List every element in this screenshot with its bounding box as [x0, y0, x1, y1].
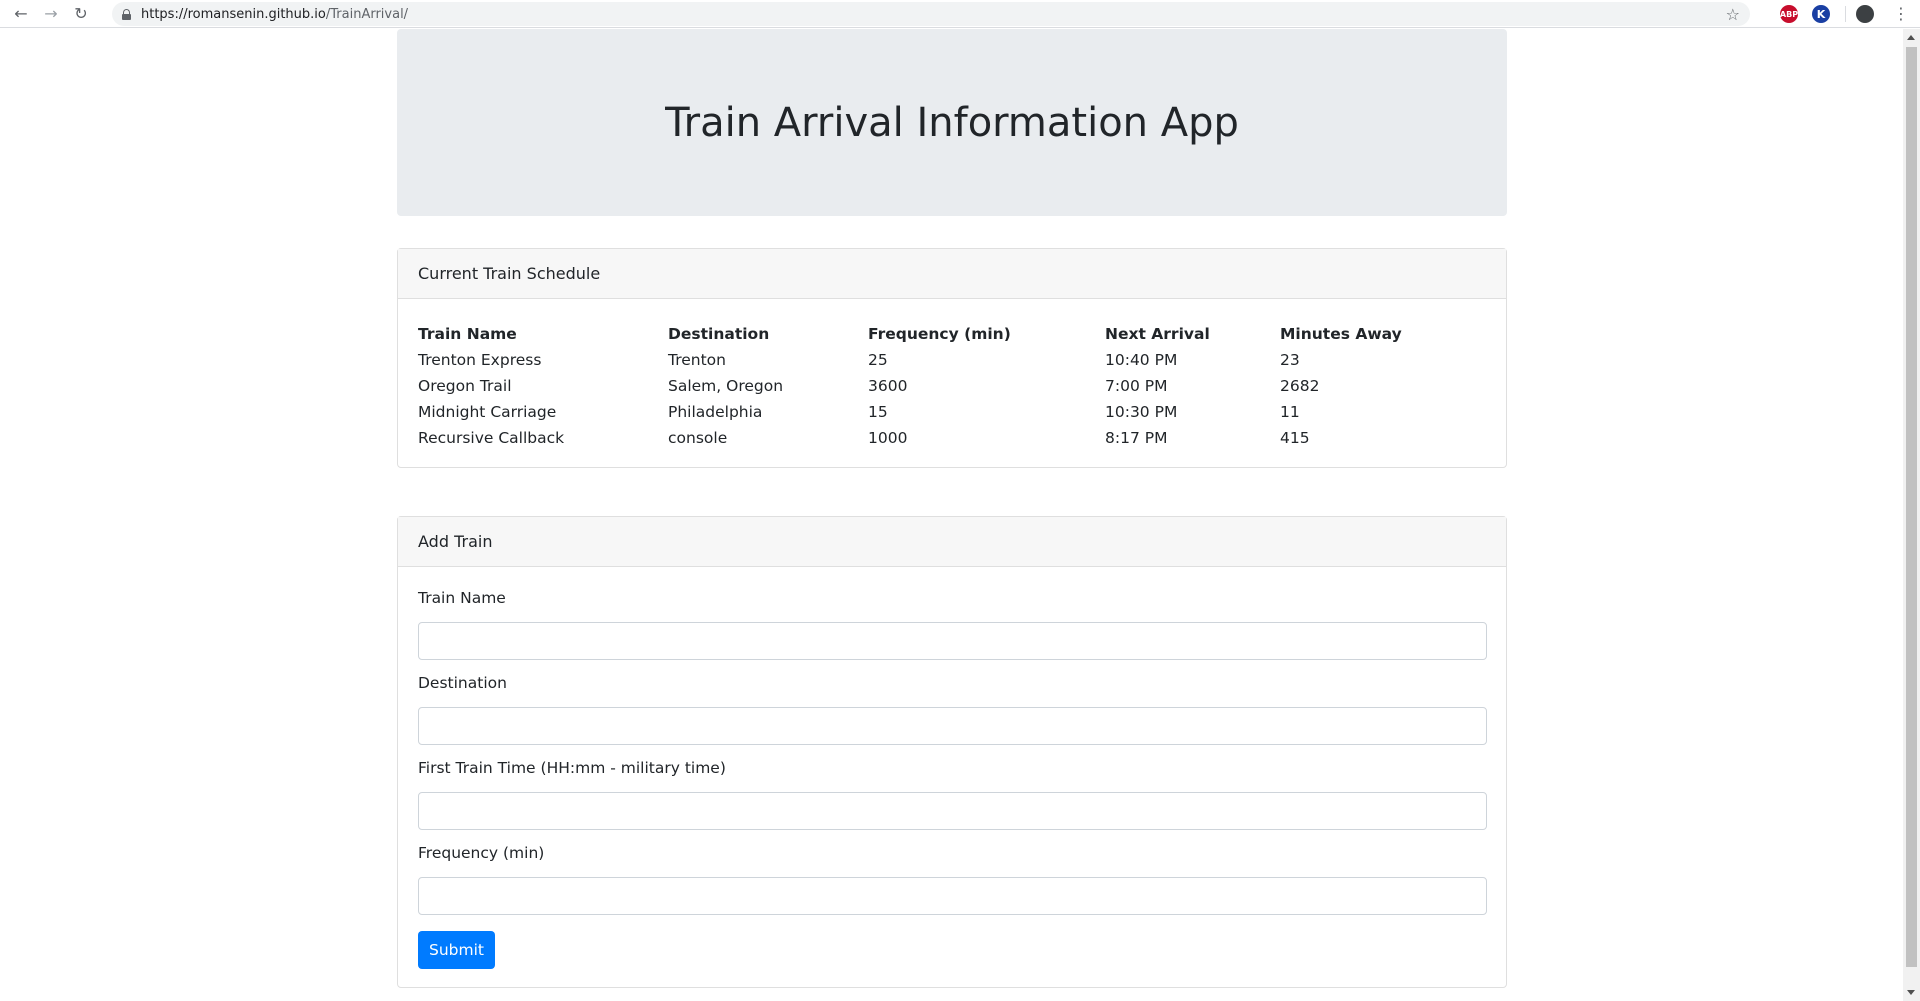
url-path: /TrainArrival/ [325, 6, 409, 22]
schedule-card: Current Train Schedule Train Name Destin… [397, 248, 1507, 468]
column-header: Minutes Away [1280, 325, 1402, 343]
page-title: Train Arrival Information App [665, 99, 1239, 146]
column-header: Train Name [418, 325, 517, 343]
add-train-card-header: Add Train [398, 517, 1506, 567]
table-cell: Salem, Oregon [668, 377, 784, 395]
table-cell: console [668, 429, 728, 447]
table-cell: Trenton Express [418, 351, 542, 369]
train-name-input[interactable] [418, 622, 1487, 660]
column-header: Frequency (min) [868, 325, 1011, 343]
destination-label: Destination [418, 674, 507, 692]
table-cell: Philadelphia [668, 403, 763, 421]
table-cell: 7:00 PM [1105, 377, 1168, 395]
page-scrollbar[interactable] [1903, 29, 1920, 1001]
table-cell: 23 [1280, 351, 1300, 369]
frequency-input[interactable] [418, 877, 1487, 915]
table-row: Midnight Carriage Philadelphia 15 10:30 … [418, 399, 1486, 425]
submit-button[interactable]: Submit [418, 931, 495, 969]
jumbotron: Train Arrival Information App [397, 29, 1507, 216]
table-cell: Trenton [668, 351, 726, 369]
table-row: Oregon Trail Salem, Oregon 3600 7:00 PM … [418, 373, 1486, 399]
bookmark-star-icon[interactable]: ☆ [1726, 5, 1740, 24]
column-header: Destination [668, 325, 770, 343]
table-header-row: Train Name Destination Frequency (min) N… [418, 321, 1486, 347]
table-cell: 10:30 PM [1105, 403, 1178, 421]
table-cell: Midnight Carriage [418, 403, 557, 421]
address-bar[interactable]: https://romansenin.github.io/TrainArriva… [112, 2, 1750, 26]
k-extension-icon[interactable]: K [1812, 5, 1830, 23]
table-cell: 3600 [868, 377, 908, 395]
column-header: Next Arrival [1105, 325, 1210, 343]
lock-icon [122, 8, 131, 20]
schedule-card-body: Train Name Destination Frequency (min) N… [398, 299, 1506, 451]
url-text: https://romansenin.github.io/TrainArriva… [141, 7, 408, 22]
frequency-group: Frequency (min) [418, 844, 1487, 915]
table-cell: 11 [1280, 403, 1300, 421]
destination-input[interactable] [418, 707, 1487, 745]
add-train-card: Add Train Train Name Destination First T… [397, 516, 1507, 988]
scroll-down-icon[interactable] [1907, 990, 1915, 995]
scroll-up-icon[interactable] [1907, 35, 1915, 40]
first-train-time-input[interactable] [418, 792, 1487, 830]
browser-toolbar: ← → ↻ https://romansenin.github.io/Train… [0, 0, 1920, 28]
table-cell: Recursive Callback [418, 429, 565, 447]
profile-avatar-icon[interactable] [1856, 5, 1874, 23]
url-host: https://romansenin.github.io [141, 6, 326, 22]
forward-icon[interactable]: → [36, 0, 66, 28]
back-icon[interactable]: ← [6, 0, 36, 28]
schedule-card-header: Current Train Schedule [398, 249, 1506, 299]
destination-group: Destination [418, 674, 1487, 745]
menu-kebab-icon[interactable]: ⋮ [1893, 4, 1909, 24]
table-cell: 2682 [1280, 377, 1320, 395]
table-cell: 1000 [868, 429, 908, 447]
table-cell: 415 [1280, 429, 1310, 447]
table-row: Trenton Express Trenton 25 10:40 PM 23 [418, 347, 1486, 373]
page-container: Train Arrival Information App Current Tr… [397, 29, 1507, 988]
table-cell: 15 [868, 403, 888, 421]
table-row: Recursive Callback console 1000 8:17 PM … [418, 425, 1486, 451]
train-name-group: Train Name [418, 589, 1487, 660]
add-train-form: Train Name Destination First Train Time … [398, 567, 1506, 969]
table-cell: 8:17 PM [1105, 429, 1168, 447]
toolbar-divider [1845, 6, 1846, 22]
table-cell: 25 [868, 351, 888, 369]
adblock-extension-icon[interactable]: ABP [1780, 5, 1798, 23]
train-name-label: Train Name [418, 589, 506, 607]
first-train-time-label: First Train Time (HH:mm - military time) [418, 759, 726, 777]
reload-icon[interactable]: ↻ [66, 0, 96, 28]
scrollbar-thumb[interactable] [1906, 47, 1917, 967]
first-train-time-group: First Train Time (HH:mm - military time) [418, 759, 1487, 830]
table-cell: Oregon Trail [418, 377, 512, 395]
frequency-label: Frequency (min) [418, 844, 545, 862]
schedule-table: Train Name Destination Frequency (min) N… [418, 321, 1486, 451]
table-cell: 10:40 PM [1105, 351, 1178, 369]
